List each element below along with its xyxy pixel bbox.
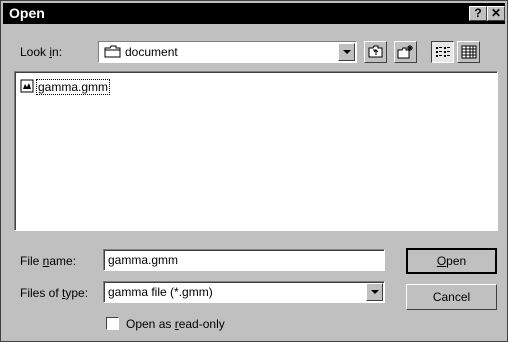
close-button[interactable]: ✕ [487, 6, 505, 21]
help-icon: ? [474, 6, 482, 20]
file-list[interactable]: gamma.gmm [14, 71, 498, 231]
create-new-folder-icon [397, 44, 415, 63]
file-name-label: File name: [20, 254, 77, 268]
list-view-icon [435, 46, 451, 61]
details-view-button[interactable] [457, 41, 480, 63]
create-new-folder-button[interactable] [394, 41, 417, 63]
files-of-type-dropdown-arrow[interactable] [366, 283, 383, 301]
files-of-type-dropdown[interactable]: gamma file (*.gmm) [103, 281, 385, 303]
look-in-value: document [125, 45, 178, 59]
file-name-value: gamma.gmm [108, 253, 179, 267]
cancel-button[interactable]: Cancel [406, 284, 497, 310]
file-icon [20, 79, 34, 96]
open-button[interactable]: Open [406, 248, 497, 274]
look-in-dropdown[interactable]: document [98, 41, 357, 63]
look-in-dropdown-arrow[interactable] [338, 43, 355, 61]
up-one-level-icon [368, 45, 384, 62]
files-of-type-value: gamma file (*.gmm) [108, 285, 213, 299]
up-one-level-button[interactable] [364, 41, 387, 63]
help-button[interactable]: ? [469, 6, 487, 21]
file-name-input[interactable]: gamma.gmm [103, 249, 385, 271]
look-in-label: Look in: [20, 45, 63, 59]
files-of-type-label: Files of type: [20, 286, 89, 300]
read-only-label[interactable]: Open as read-only [126, 317, 225, 331]
details-view-icon [461, 45, 477, 62]
title-bar[interactable]: Open ? ✕ [3, 3, 505, 24]
list-view-button[interactable] [431, 41, 454, 63]
cancel-button-label: Cancel [432, 290, 471, 304]
read-only-checkbox[interactable] [106, 317, 119, 330]
folder-icon [104, 45, 122, 62]
open-button-label: Open [436, 254, 467, 268]
close-icon: ✕ [490, 6, 502, 20]
window-title: Open [9, 5, 45, 21]
open-dialog: Open ? ✕ Look in: document gamma.gmm Fil… [0, 0, 508, 342]
file-name-item: gamma.gmm [36, 79, 111, 95]
